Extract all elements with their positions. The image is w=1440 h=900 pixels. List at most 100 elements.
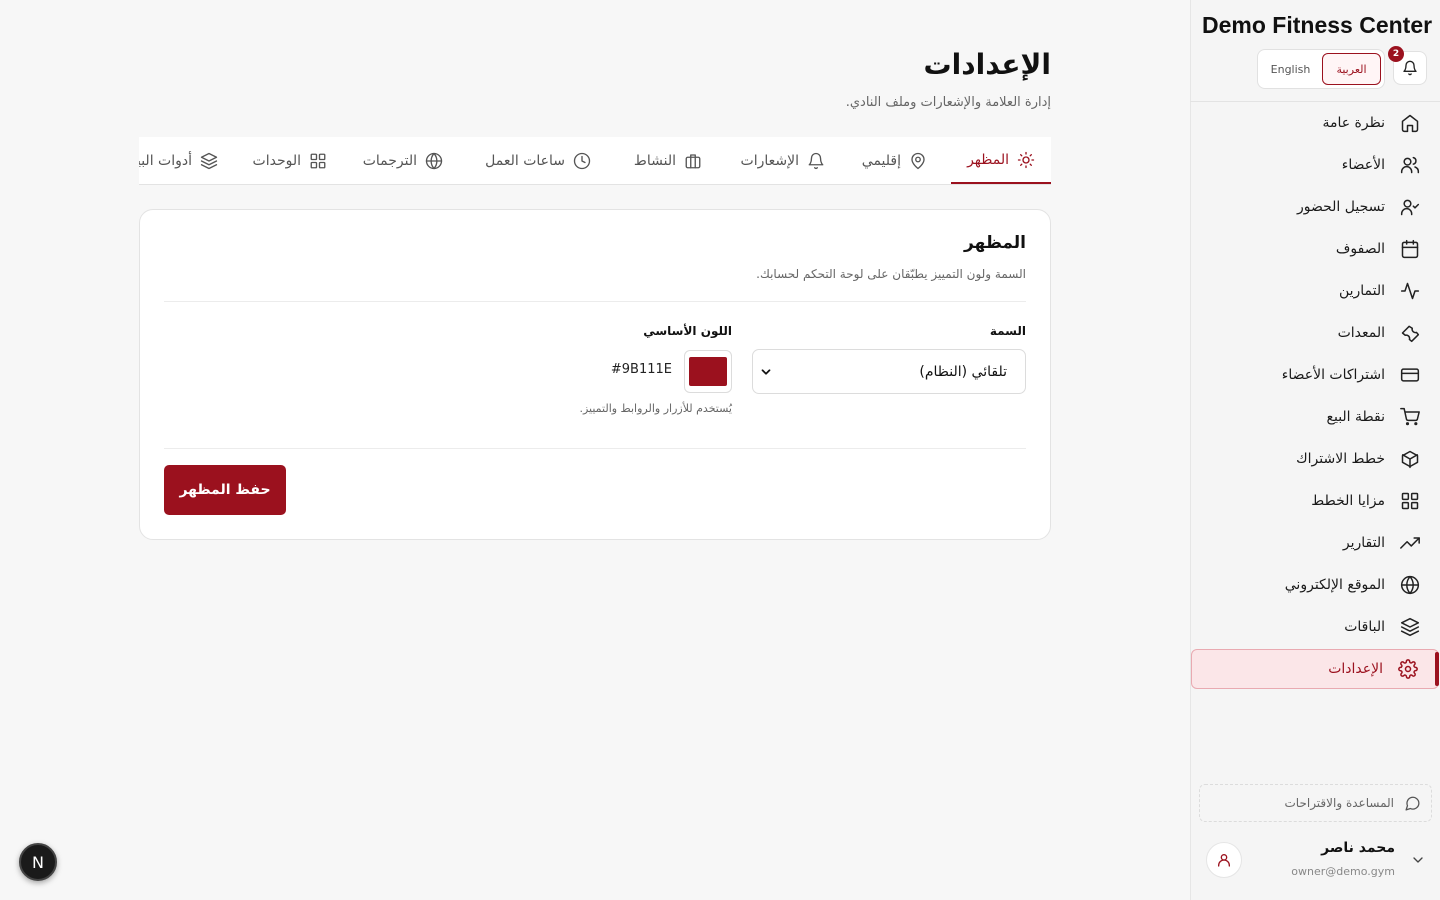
globe-icon [425, 152, 443, 170]
sidebar-item-label: تسجيل الحضور [1296, 199, 1385, 215]
home-icon [1399, 112, 1421, 134]
sidebar-item-label: مزايا الخطط [1311, 493, 1385, 509]
tab-notifications[interactable]: الإشعارات [740, 137, 825, 184]
tab-data-tools[interactable]: أدوات البيانات [139, 137, 218, 184]
sidebar-item-classes[interactable]: الصفوف [1190, 229, 1440, 269]
tab-modules[interactable]: الوحدات [252, 137, 327, 184]
sidebar-item-member-subscriptions[interactable]: اشتراكات الأعضاء [1190, 355, 1440, 395]
sidebar-item-members[interactable]: الأعضاء [1190, 145, 1440, 185]
lang-english-button[interactable]: English [1261, 53, 1320, 85]
color-help-text: يُستخدم للأزرار والروابط والتمييز. [579, 402, 732, 415]
clock-icon [573, 152, 591, 170]
cart-icon [1399, 406, 1421, 428]
tab-label: الإشعارات [740, 153, 799, 169]
gear-icon [1397, 658, 1419, 680]
sidebar-item-bundles[interactable]: الباقات [1190, 607, 1440, 647]
brand-name: Demo Fitness Center [1202, 12, 1433, 38]
tab-working-hours[interactable]: ساعات العمل [485, 137, 591, 184]
sidebar-item-label: خطط الاشتراك [1296, 451, 1385, 467]
activity-icon [1399, 280, 1421, 302]
sidebar-item-pos[interactable]: نقطة البيع [1190, 397, 1440, 437]
tab-label: المظهر [967, 151, 1009, 168]
lang-arabic-button[interactable]: العربية [1322, 53, 1381, 85]
help-label: المساعدة والاقتراحات [1284, 796, 1394, 810]
page-subtitle: إدارة العلامة والإشعارات وملف النادي. [845, 95, 1051, 110]
sidebar-item-reports[interactable]: التقارير [1190, 523, 1440, 563]
sidebar-item-label: التمارين [1338, 283, 1385, 299]
card-description: السمة ولون التمييز يطبّقان على لوحة التح… [756, 267, 1026, 281]
user-icon [1216, 852, 1232, 868]
color-swatch [689, 357, 727, 386]
tab-regional[interactable]: إقليمي [861, 137, 927, 184]
user-name: محمد ناصر [1321, 840, 1395, 856]
package-icon [1399, 448, 1421, 470]
avatar [1206, 842, 1242, 878]
layers-icon [200, 152, 218, 170]
save-appearance-button[interactable]: حفظ المظهر [164, 465, 286, 515]
tab-label: إقليمي [861, 153, 901, 169]
card-title: المظهر [964, 233, 1026, 253]
appearance-card: المظهر السمة ولون التمييز يطبّقان على لو… [139, 209, 1051, 540]
layers-icon [1399, 616, 1421, 638]
sidebar: Demo Fitness Center 2 العربية English نظ… [1190, 0, 1440, 900]
user-check-icon [1399, 196, 1421, 218]
sidebar-item-workouts[interactable]: التمارين [1190, 271, 1440, 311]
primary-color-label: اللون الأساسي [643, 324, 732, 338]
message-circle-icon [1404, 795, 1421, 812]
sidebar-item-label: الأعضاء [1341, 157, 1385, 173]
tab-label: الوحدات [252, 153, 301, 169]
sidebar-item-label: الموقع الإلكتروني [1284, 577, 1385, 593]
tab-activity[interactable]: النشاط [633, 137, 702, 184]
sidebar-item-label: الباقات [1344, 619, 1385, 635]
chevron-down-icon [759, 365, 773, 379]
help-feedback-button[interactable]: المساعدة والاقتراحات [1199, 784, 1432, 822]
trending-up-icon [1399, 532, 1421, 554]
divider [164, 301, 1026, 302]
sidebar-item-overview[interactable]: نظرة عامة [1190, 103, 1440, 143]
sidebar-item-label: التقارير [1342, 535, 1385, 551]
tab-translations[interactable]: الترجمات [362, 137, 443, 184]
theme-select[interactable]: تلقائي (النظام) [752, 349, 1026, 394]
calendar-icon [1399, 238, 1421, 260]
sidebar-item-plan-features[interactable]: مزايا الخطط [1190, 481, 1440, 521]
sidebar-item-subscription-plans[interactable]: خطط الاشتراك [1190, 439, 1440, 479]
sun-icon [1017, 151, 1035, 169]
sidebar-item-label: المعدات [1337, 325, 1385, 341]
page-title: الإعدادات [923, 48, 1051, 81]
theme-label: السمة [989, 324, 1026, 338]
briefcase-icon [684, 152, 702, 170]
sidebar-divider [1190, 101, 1440, 102]
sidebar-item-label: نظرة عامة [1322, 115, 1385, 131]
tab-label: الترجمات [362, 153, 417, 169]
color-picker[interactable] [684, 350, 732, 393]
sidebar-item-settings[interactable]: الإعدادات [1191, 649, 1439, 689]
sidebar-item-label: الإعدادات [1328, 661, 1383, 677]
notifications-button[interactable]: 2 [1388, 46, 1427, 85]
sidebar-item-website[interactable]: الموقع الإلكتروني [1190, 565, 1440, 605]
user-email: owner@demo.gym [1291, 865, 1395, 878]
divider [164, 448, 1026, 449]
bell-icon [1402, 60, 1418, 76]
tab-label: أدوات البيانات [139, 153, 192, 169]
globe-icon [1399, 574, 1421, 596]
sidebar-item-label: نقطة البيع [1326, 409, 1385, 425]
sidebar-item-equipment[interactable]: المعدات [1190, 313, 1440, 353]
color-hex-input[interactable]: #9B111E [611, 362, 672, 377]
wrench-icon [1399, 322, 1421, 344]
settings-tabs: المظهر إقليمي الإشعارات النشاط ساعات الع… [139, 137, 1051, 185]
sidebar-item-attendance[interactable]: تسجيل الحضور [1190, 187, 1440, 227]
theme-select-value: تلقائي (النظام) [919, 363, 1007, 380]
grid-icon [1399, 490, 1421, 512]
sidebar-item-label: الصفوف [1335, 241, 1385, 257]
notification-count-badge: 2 [1388, 46, 1404, 62]
grid-icon [309, 152, 327, 170]
user-menu[interactable]: محمد ناصر owner@demo.gym [1190, 832, 1440, 892]
sidebar-item-label: اشتراكات الأعضاء [1281, 367, 1385, 383]
tab-label: ساعات العمل [485, 153, 565, 169]
tab-appearance[interactable]: المظهر [951, 137, 1051, 184]
credit-card-icon [1399, 364, 1421, 386]
bell-icon [807, 152, 825, 170]
dev-tools-badge[interactable]: N [19, 843, 57, 881]
tab-label: النشاط [633, 153, 676, 169]
users-icon [1399, 154, 1421, 176]
